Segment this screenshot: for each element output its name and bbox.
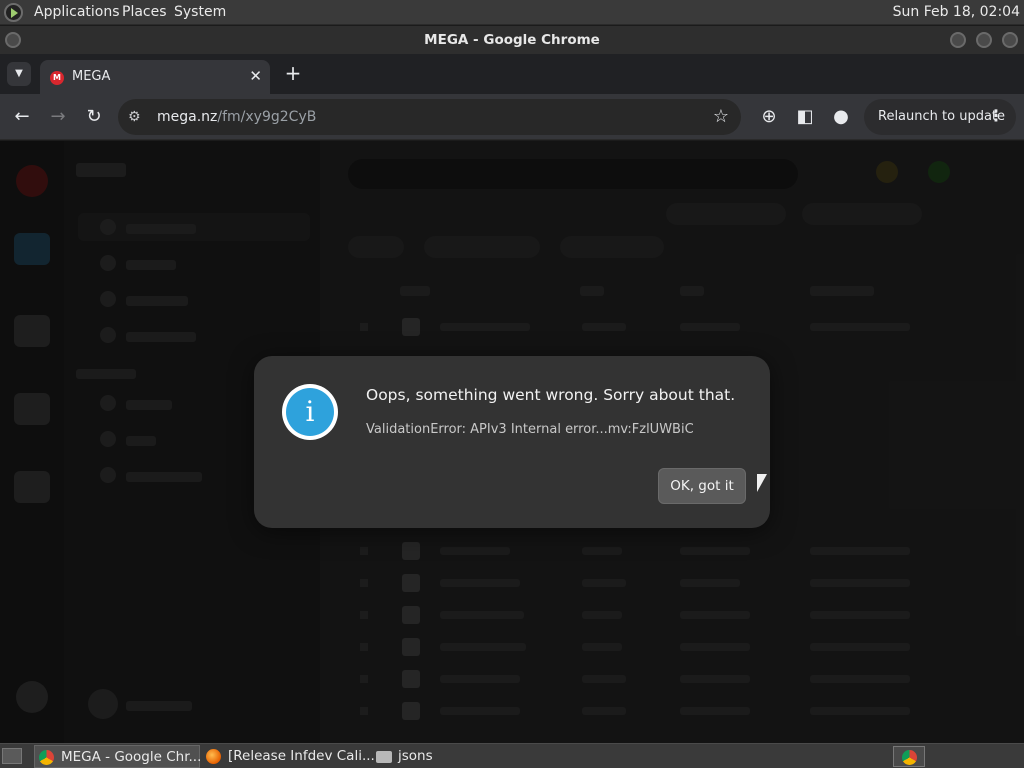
maximize-button[interactable] xyxy=(976,32,992,48)
taskbar-item-chrome[interactable]: MEGA - Google Chr... xyxy=(34,745,202,768)
dialog-detail: ValidationError: APIv3 Internal error...… xyxy=(366,422,694,437)
close-window-button[interactable] xyxy=(1002,32,1018,48)
new-tab-button[interactable]: + xyxy=(283,62,303,86)
url-path: /fm/xy9g2CyB xyxy=(217,109,317,125)
reload-button[interactable]: ↻ xyxy=(82,105,106,129)
taskbar-item-jsons[interactable]: jsons xyxy=(372,745,452,768)
site-info-icon[interactable]: ⚙ xyxy=(128,109,141,125)
show-desktop-icon[interactable] xyxy=(2,748,22,764)
taskbar-item-label: jsons xyxy=(398,748,433,764)
tray-chrome-button[interactable] xyxy=(893,746,925,767)
tab-close-icon[interactable]: ✕ xyxy=(249,67,262,85)
folder-icon xyxy=(376,751,392,763)
chrome-icon xyxy=(902,750,917,765)
address-bar[interactable]: ⚙ mega.nz/fm/xy9g2CyB ☆ xyxy=(118,99,741,135)
browser-toolbar: ← → ↻ ⚙ mega.nz/fm/xy9g2CyB ☆ ⊕ ◧ ● Rela… xyxy=(0,94,1024,140)
taskbar-item-label: [Release Infdev Cali... xyxy=(228,748,375,764)
relaunch-label: Relaunch to update xyxy=(878,109,1006,124)
clock[interactable]: Sun Feb 18, 02:04 xyxy=(893,4,1020,20)
top-panel: Applications Places System Sun Feb 18, 0… xyxy=(0,0,1024,25)
info-icon-glyph: i xyxy=(286,388,334,436)
tab-mega[interactable]: M MEGA ✕ xyxy=(40,60,270,94)
taskbar-item-firefox[interactable]: [Release Infdev Cali... xyxy=(202,745,375,768)
menu-applications[interactable]: Applications xyxy=(34,4,120,20)
forward-button[interactable]: → xyxy=(46,105,70,129)
url-text[interactable]: mega.nz/fm/xy9g2CyB xyxy=(157,109,316,125)
minimize-button[interactable] xyxy=(950,32,966,48)
error-dialog: i Oops, something went wrong. Sorry abou… xyxy=(254,356,770,528)
window-title-bar[interactable]: MEGA - Google Chrome xyxy=(0,26,1024,54)
dialog-title: Oops, something went wrong. Sorry about … xyxy=(366,386,736,404)
downloads-icon[interactable]: ⊕ xyxy=(757,105,781,129)
chrome-menu-icon[interactable]: ⋮ xyxy=(988,106,1004,125)
url-host: mega.nz xyxy=(157,109,218,125)
tab-strip: ▼ M MEGA ✕ + xyxy=(0,54,1024,94)
side-panel-icon[interactable]: ◧ xyxy=(793,105,817,129)
applications-logo-icon[interactable] xyxy=(4,3,23,22)
ok-got-it-button[interactable]: OK, got it xyxy=(658,468,746,504)
mouse-cursor-icon xyxy=(757,474,767,492)
tab-search-button[interactable]: ▼ xyxy=(7,62,31,86)
taskbar-item-label: MEGA - Google Chr... xyxy=(61,749,202,765)
firefox-icon xyxy=(206,749,221,764)
mega-logo-icon: M xyxy=(50,71,64,85)
relaunch-to-update-button[interactable]: Relaunch to update ⋮ xyxy=(864,99,1016,135)
tab-label: MEGA xyxy=(72,69,111,84)
info-icon: i xyxy=(282,384,338,440)
window-title: MEGA - Google Chrome xyxy=(424,32,600,48)
back-button[interactable]: ← xyxy=(10,105,34,129)
menu-places[interactable]: Places xyxy=(122,4,167,20)
taskbar: MEGA - Google Chr... [Release Infdev Cal… xyxy=(0,743,1024,768)
menu-system[interactable]: System xyxy=(174,4,226,20)
bookmark-star-icon[interactable]: ☆ xyxy=(713,106,729,127)
chrome-icon xyxy=(39,750,54,765)
profile-icon[interactable]: ● xyxy=(829,105,853,129)
